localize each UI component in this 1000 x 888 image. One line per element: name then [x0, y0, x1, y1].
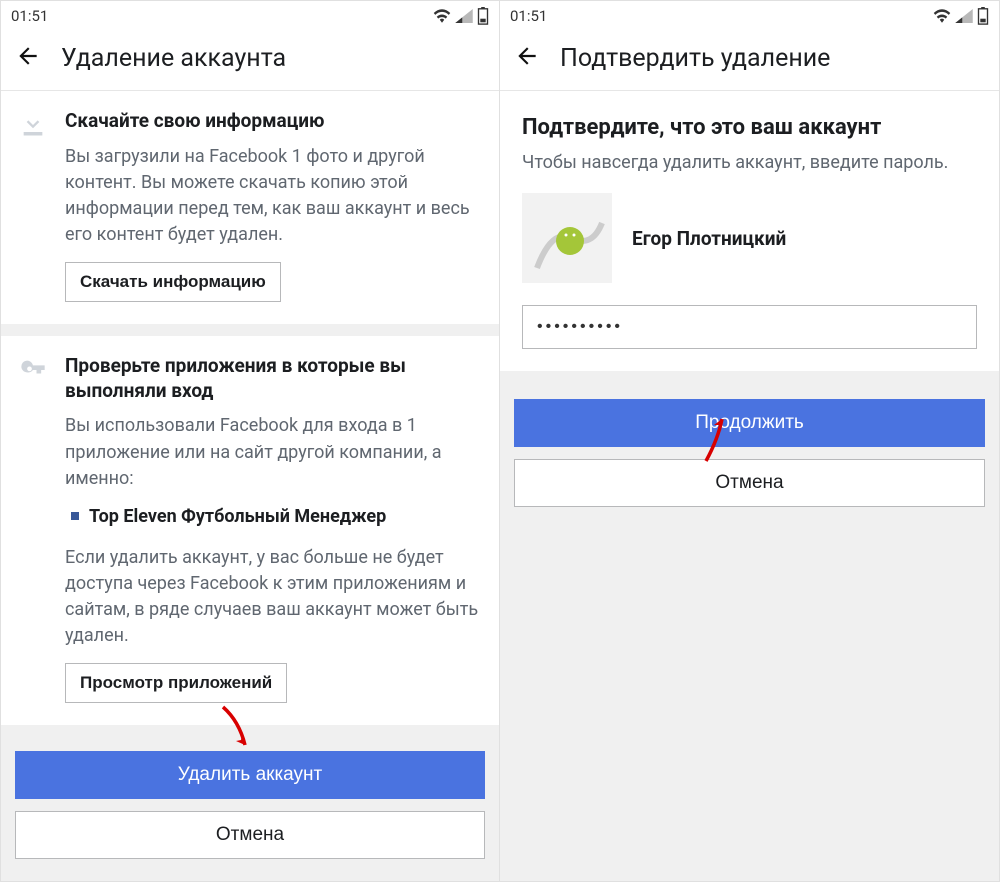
- password-input[interactable]: [522, 305, 977, 349]
- download-info-button[interactable]: Скачать информацию: [65, 262, 281, 302]
- key-icon: [19, 354, 51, 703]
- status-icons: [433, 7, 489, 25]
- apps-card: Проверьте приложения в которые вы выполн…: [1, 336, 499, 725]
- confirm-subtext: Чтобы навсегда удалить аккаунт, введите …: [522, 152, 977, 173]
- bullet-icon: [71, 512, 79, 520]
- back-icon[interactable]: [514, 43, 540, 74]
- avatar: [522, 193, 612, 283]
- back-icon[interactable]: [15, 43, 41, 74]
- battery-icon: [477, 7, 489, 25]
- app-item: Top Eleven Футбольный Менеджер: [71, 506, 481, 527]
- status-icons: [933, 7, 989, 25]
- confirm-card: Подтвердите, что это ваш аккаунт Чтобы н…: [500, 91, 999, 371]
- confirm-heading: Подтвердите, что это ваш аккаунт: [522, 115, 977, 140]
- signal-icon: [455, 9, 473, 23]
- action-area: Удалить аккаунт Отмена: [1, 737, 499, 877]
- cancel-button[interactable]: Отмена: [514, 459, 985, 507]
- continue-button[interactable]: Продолжить: [514, 399, 985, 447]
- status-bar: 01:51: [500, 1, 999, 31]
- download-icon: [19, 109, 51, 302]
- cancel-button[interactable]: Отмена: [15, 811, 485, 859]
- title-bar: Удаление аккаунта: [1, 31, 499, 91]
- user-name: Егор Плотницкий: [632, 227, 786, 250]
- apps-text1: Вы использовали Facebook для входа в 1 п…: [65, 413, 481, 491]
- page-title: Подтвердить удаление: [560, 44, 830, 73]
- status-time: 01:51: [510, 7, 547, 25]
- action-area: Продолжить Отмена: [500, 385, 999, 525]
- download-heading: Скачайте свою информацию: [65, 109, 481, 134]
- download-info-card: Скачайте свою информацию Вы загрузили на…: [1, 91, 499, 324]
- apps-text2: Если удалить аккаунт, у вас больше не бу…: [65, 545, 481, 649]
- download-text: Вы загрузили на Facebook 1 фото и другой…: [65, 144, 481, 248]
- view-apps-button[interactable]: Просмотр приложений: [65, 663, 287, 703]
- screen-delete-account: 01:51 Удаление аккаунта Скачайте свою ин…: [0, 0, 500, 882]
- apps-heading: Проверьте приложения в которые вы выполн…: [65, 354, 481, 403]
- battery-icon: [977, 7, 989, 25]
- status-bar: 01:51: [1, 1, 499, 31]
- page-title: Удаление аккаунта: [61, 44, 286, 73]
- title-bar: Подтвердить удаление: [500, 31, 999, 91]
- screen-confirm-delete: 01:51 Подтвердить удаление Подтвердите, …: [500, 0, 1000, 882]
- wifi-icon: [933, 9, 951, 23]
- status-time: 01:51: [11, 7, 48, 25]
- wifi-icon: [433, 9, 451, 23]
- app-name: Top Eleven Футбольный Менеджер: [89, 506, 386, 527]
- delete-account-button[interactable]: Удалить аккаунт: [15, 751, 485, 799]
- user-row: Егор Плотницкий: [522, 193, 977, 283]
- signal-icon: [955, 9, 973, 23]
